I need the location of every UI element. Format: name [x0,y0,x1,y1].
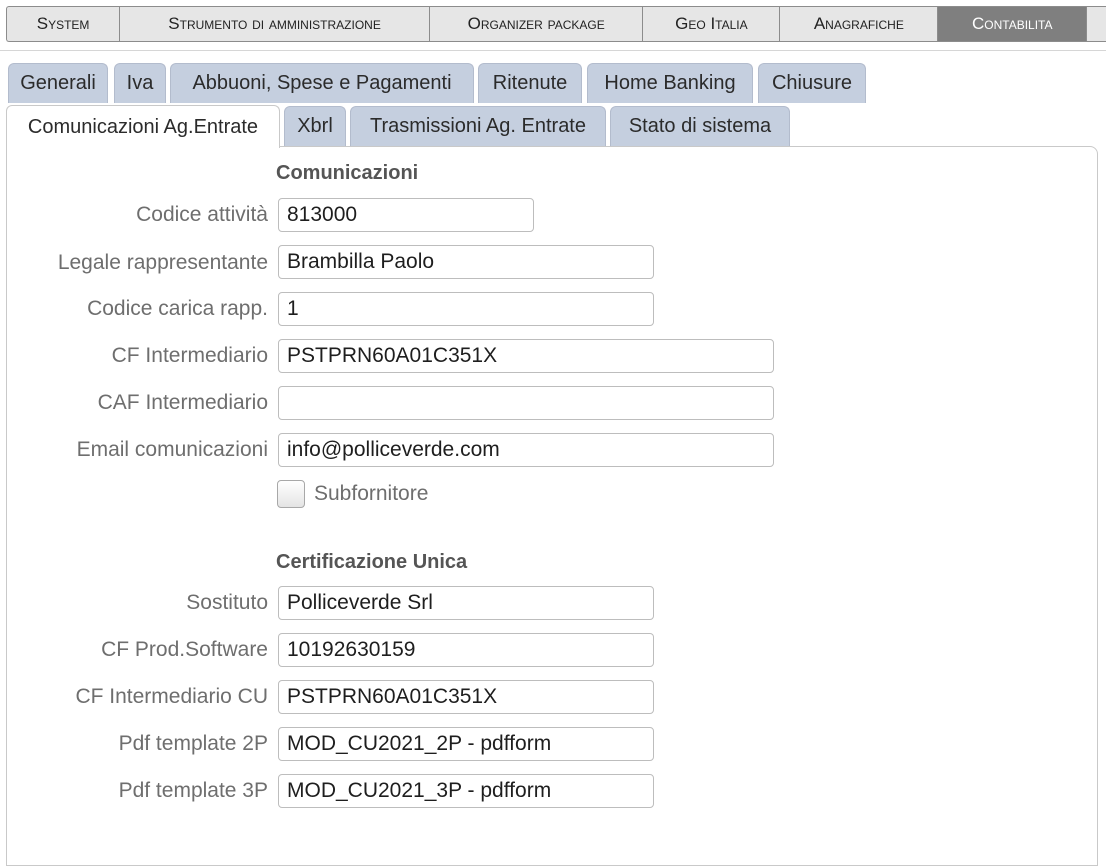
menu-item-geo-italia[interactable]: Geo Italia [642,6,780,42]
tab-generali[interactable]: Generali [8,63,108,103]
codice-attivita-input[interactable] [278,198,534,232]
cf-intermediario-cu-input[interactable] [278,680,654,714]
label-cf-prod-software: CF Prod.Software [101,638,268,661]
label-codice-carica-rapp: Codice carica rapp. [87,297,268,320]
menu-separator [0,50,1106,51]
label-caf-intermediario: CAF Intermediario [97,391,268,414]
menu-item-overflow[interactable] [1086,6,1106,42]
tab-iva[interactable]: Iva [114,63,166,103]
section-title-comunicazioni: Comunicazioni [276,162,419,184]
email-comunicazioni-input[interactable] [278,433,774,467]
label-sostituto: Sostituto [186,591,268,614]
tab-stato-di-sistema[interactable]: Stato di sistema [610,106,790,146]
main-menu-bar: System Strumento di amministrazione Orga… [6,6,1106,42]
label-cf-intermediario-cu: CF Intermediario CU [75,685,268,708]
cf-prod-software-input[interactable] [278,633,654,667]
menu-item-contabilita[interactable]: Contabilita [937,6,1087,42]
label-pdf-template-3p: Pdf template 3P [118,779,268,802]
menu-item-organizer-package[interactable]: Organizer package [428,6,643,42]
tab-ritenute[interactable]: Ritenute [478,63,582,103]
caf-intermediario-input[interactable] [278,386,774,420]
pdf-template-2p-input[interactable] [278,727,654,761]
pdf-template-3p-input[interactable] [278,774,654,808]
subfornitore-checkbox[interactable] [277,480,305,508]
tab-trasmissioni-ag-entrate[interactable]: Trasmissioni Ag. Entrate [350,106,606,146]
label-email-comunicazioni: Email comunicazioni [76,438,268,461]
subfornitore-label: Subfornitore [314,482,429,505]
label-pdf-template-2p: Pdf template 2P [118,732,268,755]
section-title-certificazione-unica: Certificazione Unica [276,551,468,573]
codice-carica-rapp-input[interactable] [278,292,654,326]
menu-item-system[interactable]: System [6,6,120,42]
legale-rappresentante-input[interactable] [278,245,654,279]
sostituto-input[interactable] [278,586,654,620]
tab-abbuoni-spese-pagamenti[interactable]: Abbuoni, Spese e Pagamenti [170,63,474,103]
label-cf-intermediario: CF Intermediario [111,344,268,367]
menu-item-anagrafiche[interactable]: Anagrafiche [779,6,938,42]
tab-chiusure[interactable]: Chiusure [758,63,866,103]
tab-comunicazioni-ag-entrate[interactable]: Comunicazioni Ag.Entrate [6,105,280,148]
menu-item-strumento-amministrazione[interactable]: Strumento di amministrazione [119,6,429,42]
cf-intermediario-input[interactable] [278,339,774,373]
label-legale-rappresentante: Legale rappresentante [57,251,268,274]
tab-xbrl[interactable]: Xbrl [284,106,346,146]
tab-home-banking[interactable]: Home Banking [587,63,753,103]
label-codice-attivita: Codice attività [136,203,268,226]
